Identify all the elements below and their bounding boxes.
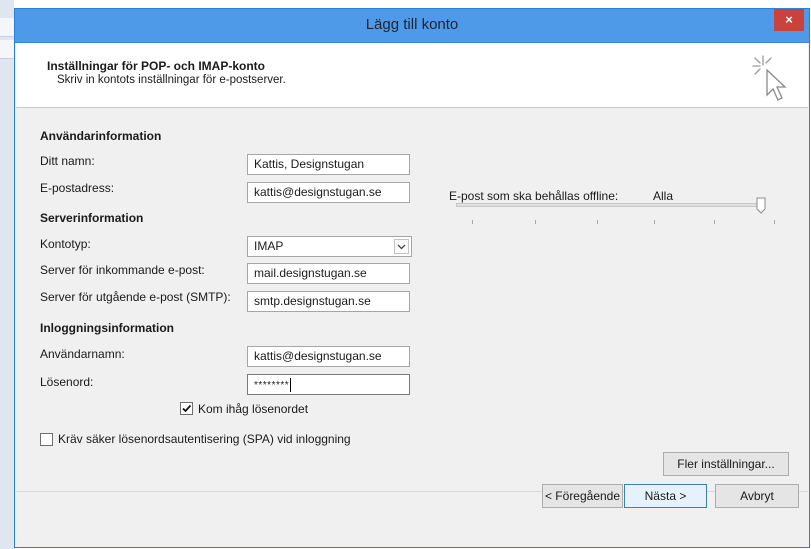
account-type-label: Kontotyp: (40, 237, 91, 251)
outgoing-server-label: Server för utgående e-post (SMTP): (40, 290, 231, 304)
back-button[interactable]: < Föregående (542, 484, 623, 508)
offline-slider-thumb[interactable] (756, 197, 766, 214)
slider-tick (597, 220, 598, 224)
login-info-heading: Inloggningsinformation (40, 321, 174, 335)
name-field[interactable]: Kattis, Designstugan (247, 154, 410, 175)
user-info-heading: Användarinformation (40, 129, 162, 143)
header-subtitle: Skriv in kontots inställningar för e-pos… (57, 74, 286, 86)
cancel-button[interactable]: Avbryt (715, 484, 799, 508)
dialog-header: Inställningar för POP- och IMAP-konto Sk… (16, 43, 808, 108)
checkmark-icon (182, 404, 192, 413)
password-value: ******** (254, 380, 290, 391)
background-app-top (14, 0, 811, 8)
slider-tick (472, 220, 473, 224)
close-button[interactable]: × (774, 9, 804, 31)
chevron-down-icon[interactable] (394, 239, 409, 254)
password-field[interactable]: ******** (247, 374, 410, 395)
account-type-value: IMAP (254, 239, 284, 253)
outgoing-server-field[interactable]: smtp.designstugan.se (247, 291, 410, 312)
add-account-dialog: Lägg till konto × Inställningar för POP-… (14, 8, 810, 548)
window-title: Lägg till konto (365, 16, 459, 33)
spa-checkbox[interactable] (40, 433, 53, 446)
more-settings-button[interactable]: Fler inställningar... (663, 452, 789, 476)
slider-tick (714, 220, 715, 224)
title-bar[interactable]: Lägg till konto × (15, 9, 809, 43)
username-label: Användarnamn: (40, 347, 125, 361)
pointer-sparkle-icon (752, 55, 787, 101)
email-field[interactable]: kattis@designstugan.se (247, 182, 410, 203)
incoming-server-label: Server för inkommande e-post: (40, 263, 205, 277)
server-info-heading: Serverinformation (40, 211, 144, 225)
email-label: E-postadress: (40, 181, 115, 195)
header-title: Inställningar för POP- och IMAP-konto (47, 59, 266, 73)
spa-label[interactable]: Kräv säker lösenordsautentisering (SPA) … (58, 432, 351, 446)
slider-tick (535, 220, 536, 224)
background-app-item (0, 40, 14, 59)
offline-slider-track[interactable] (456, 203, 761, 207)
remember-password-checkbox[interactable] (180, 402, 193, 415)
background-app-sidebar (0, 0, 15, 549)
remember-password-label[interactable]: Kom ihåg lösenordet (198, 402, 308, 416)
slider-tick (774, 220, 775, 224)
text-caret (290, 377, 292, 392)
offline-mail-value: Alla (653, 189, 674, 203)
name-label: Ditt namn: (40, 154, 95, 168)
background-app-item (0, 18, 14, 37)
offline-mail-label: E-post som ska behållas offline: (449, 189, 619, 203)
next-button[interactable]: Nästa > (624, 484, 707, 508)
slider-tick (654, 220, 655, 224)
username-field[interactable]: kattis@designstugan.se (247, 346, 410, 367)
incoming-server-field[interactable]: mail.designstugan.se (247, 263, 410, 284)
password-label: Lösenord: (40, 375, 94, 389)
account-type-dropdown[interactable]: IMAP (247, 236, 412, 257)
